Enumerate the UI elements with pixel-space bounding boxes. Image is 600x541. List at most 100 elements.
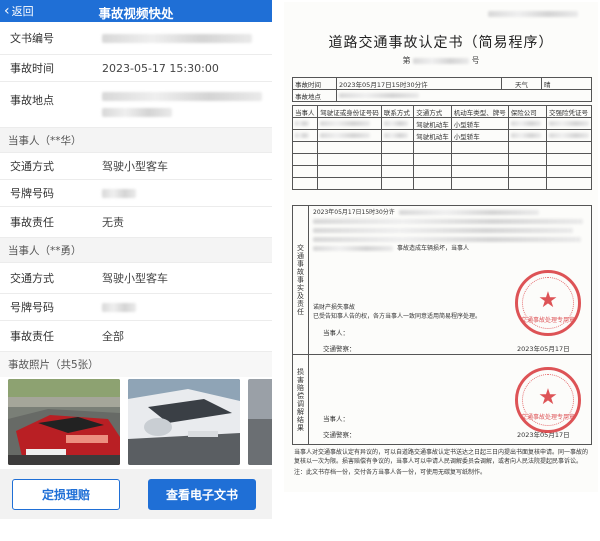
doc-officer-sign-2: 交通警察： (323, 431, 356, 439)
doc-cell (291, 165, 319, 178)
doc-time-value: 2023年05月17日15时30分许 (336, 77, 502, 90)
doc-parties-table: 当事人 驾驶证或身份证号码 联系方式 交通方式 机动车类型、牌号 保险公司 交强… (291, 105, 592, 190)
party1-duty-row: 事故责任 无责 (0, 207, 272, 238)
doc-cell (317, 141, 382, 154)
accident-place-value-redacted (102, 92, 262, 101)
doc-officer-sign-1: 交通警察： (323, 345, 356, 353)
narr-first-text: 2023年05月17日15时30分许 (313, 209, 395, 216)
doc-cell (546, 129, 592, 142)
doc-title: 道路交通事故认定书（简易程序） (328, 35, 554, 51)
doc-col-insurer: 保险公司 (507, 105, 548, 118)
doc-cell (507, 165, 548, 178)
doc-cell (317, 177, 382, 190)
doc-cell (380, 117, 415, 130)
doc-cell (450, 165, 509, 178)
doc-cell (317, 165, 382, 178)
party1-transport-label: 交通方式 (10, 160, 54, 173)
doc-cell (413, 153, 452, 166)
redacted (549, 132, 589, 138)
doc-col-license: 驾驶证或身份证号码 (317, 105, 382, 118)
doc-facts-side-label: 交通事故事实及责任 (296, 244, 305, 316)
doc-weather-label: 天气 (501, 77, 542, 90)
doc-col-party: 当事人 (291, 105, 319, 118)
doc-cell (546, 141, 592, 154)
party2-transport-value: 驾驶小型客车 (102, 272, 168, 285)
redacted (549, 120, 589, 126)
doc-cell (380, 177, 415, 190)
doc-row1-transport: 驾驶机动车 (413, 117, 452, 130)
doc-footer-line-2: 注：此文书存档一份，交付各方当事人各一份，可使用无碳复写纸制作。 (294, 469, 487, 476)
doc-cell (380, 129, 415, 142)
doc-col-vehicle: 机动车类型、牌号 (450, 105, 509, 118)
redacted (383, 132, 408, 138)
redacted (383, 120, 408, 126)
party2-plate-value-redacted (102, 302, 136, 312)
doc-time-label: 事故时间 (292, 77, 337, 90)
doc-cell (507, 177, 548, 190)
photo-white-car-image (128, 379, 240, 465)
redacted (510, 132, 541, 138)
doc-cell (413, 177, 452, 190)
party2-plate-row: 号牌号码 (0, 294, 272, 321)
assess-claim-button[interactable]: 定损理赔 (12, 479, 120, 510)
star-icon: ★ (538, 385, 558, 410)
doc-number-row: 文书编号 (0, 22, 272, 55)
doc-serial-redacted (488, 11, 578, 17)
doc-row1-vehicle: 小型轿车 (450, 117, 509, 130)
party2-transport-row: 交通方式 驾驶小型客车 (0, 263, 272, 294)
doc-weather-value: 晴 (541, 77, 592, 90)
accident-place-label: 事故地点 (10, 94, 54, 107)
doc-cell (546, 165, 592, 178)
doc-no-prefix: 第 (402, 56, 411, 65)
doc-facts-section: 交通事故事实及责任 2023年05月17日15时30分许 事故造成车辆损坏，当事… (292, 205, 592, 355)
doc-damage-text: 诺财产损失事故 (313, 304, 356, 311)
doc-consent-text: 已受告知事人告的权，各方当事人一致同意适用简易程序处理。 (313, 313, 482, 320)
doc-party-sign-1: 当事人： (323, 329, 349, 337)
party1-header: 当事人（**华） (0, 128, 272, 153)
doc-footer: 当事人对交通事故认定有异议的，可以自道路交通事故认定书送达之日起三日内提出书面复… (294, 448, 592, 477)
redacted (398, 210, 539, 215)
party1-transport-value: 驾驶小型客车 (102, 160, 168, 173)
narr-second-text: 事故造成车辆损坏，当事人 (397, 245, 470, 252)
accident-certificate-document: 道路交通事故认定书（简易程序） 第 号 事故时间 2023年05月17日15时3… (284, 2, 598, 492)
party1-transport-row: 交通方式 驾驶小型客车 (0, 153, 272, 180)
seal-text: 交通事故处理专用章 (520, 317, 575, 324)
page-title: 事故视频快处 (98, 6, 174, 21)
doc-cell (291, 177, 319, 190)
doc-row2-vehicle: 小型轿车 (450, 129, 509, 142)
narr-line: 2023年05月17日15时30分许 (313, 208, 587, 217)
action-bar: 定损理赔 查看电子文书 (0, 469, 272, 519)
official-seal-1: ★ 交通事故处理专用章 (515, 270, 581, 336)
party1-plate-value-redacted (102, 188, 136, 198)
doc-party-sign-2: 当事人： (323, 415, 349, 423)
redacted (320, 120, 371, 126)
party2-duty-value: 全部 (102, 330, 124, 343)
accident-photo[interactable] (8, 379, 120, 465)
party1-plate-row: 号牌号码 (0, 180, 272, 207)
party2-transport-label: 交通方式 (10, 272, 54, 285)
view-e-document-button[interactable]: 查看电子文书 (148, 479, 256, 510)
doc-cell (507, 141, 548, 154)
party2-duty-row: 事故责任 全部 (0, 321, 272, 352)
doc-cell (380, 165, 415, 178)
party2-header: 当事人（**勇） (0, 238, 272, 263)
doc-col-policy: 交强险凭证号 (546, 105, 592, 118)
party2-duty-label: 事故责任 (10, 330, 54, 343)
redacted (313, 246, 393, 251)
doc-cell (317, 117, 382, 130)
doc-cell (507, 153, 548, 166)
doc-facts-side: 交通事故事实及责任 (293, 206, 309, 354)
doc-row2-transport: 驾驶机动车 (413, 129, 452, 142)
doc-cell (546, 153, 592, 166)
accident-photo[interactable] (128, 379, 240, 465)
doc-cell (291, 117, 319, 130)
doc-cell (317, 153, 382, 166)
doc-footer-line-1: 当事人对交通事故认定有异议的，可以自道路交通事故认定书送达之日起三日内提出书面复… (294, 449, 589, 465)
doc-cell (291, 153, 319, 166)
accident-photo[interactable] (248, 379, 272, 465)
redacted (313, 237, 581, 242)
photo-strip[interactable] (0, 377, 272, 465)
doc-number-line: 第 号 (284, 55, 598, 66)
doc-header-table: 事故时间 2023年05月17日15时30分许 天气 晴 事故地点 (292, 77, 592, 102)
party1-plate-label: 号牌号码 (10, 187, 54, 200)
